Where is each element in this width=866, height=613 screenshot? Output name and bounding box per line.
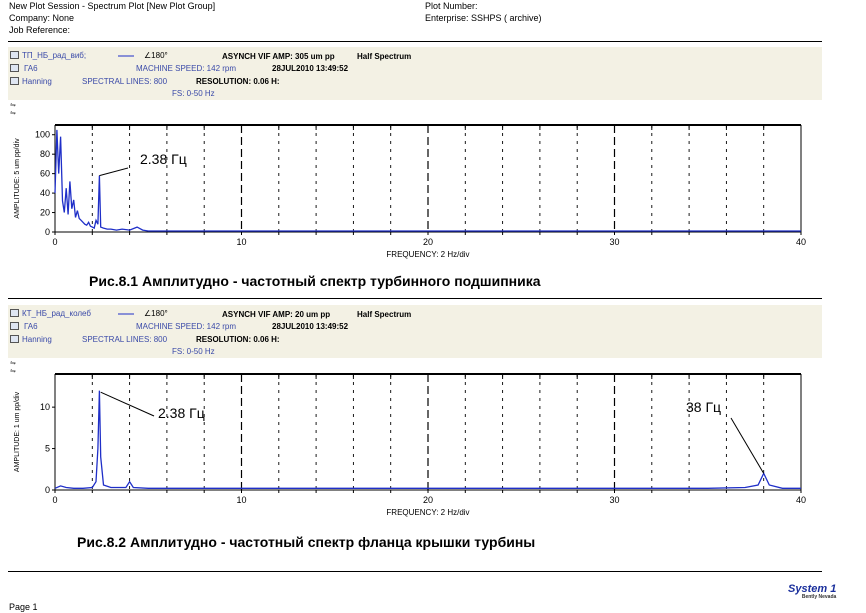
plot1-angle: ∠180° [144,51,168,60]
plot-number-label: Plot Number: [425,1,478,11]
plot2-spectrum-chart: 0 10 20 30 40 0 5 10 FREQUENCY: 2 Hz/div AMPLITUD… [14,373,806,517]
plot2-machine-speed: MACHINE SPEED: 142 rpm [136,322,237,331]
x-axis-label: FREQUENCY: 2 Hz/div [386,250,469,259]
plot1-asynch-amp: ASYNCH VIF AMP: 305 um pp [222,52,335,61]
plot1-channel-name: ТП_НБ_рад_виб; [22,51,87,60]
y-axis-label: AMPLITUDE: 5 um pp/div [14,138,21,219]
y-axis-label: AMPLITUDE: 1 um pp/div [14,391,21,472]
x-tick-label: 20 [423,495,433,505]
plot2-window: Hanning [22,335,52,344]
plot1-machine-name: ГА6 [24,64,38,73]
y-tick-label: 0 [45,227,50,237]
machine-icon [10,322,19,330]
x-tick-label: 20 [423,237,433,247]
plot1-spectral-lines: SPECTRAL LINES: 800 [82,77,168,86]
job-reference-label: Job Reference: [9,25,71,35]
y-tick-label: 0 [45,485,50,495]
plot1-resolution: RESOLUTION: 0.06 H: [196,77,280,86]
peak-annotation: 38 Гц [686,399,721,415]
annotation-leader-line [730,417,765,474]
session-title: New Plot Session - Spectrum Plot [New Pl… [9,1,216,11]
y-tick-label: 10 [40,402,50,412]
plot1-machine-speed: MACHINE SPEED: 142 rpm [136,64,237,73]
x-tick-label: 40 [796,495,806,505]
x-tick-label: 10 [236,237,246,247]
x-tick-label: 30 [609,237,619,247]
plot1-window: Hanning [22,77,52,86]
plot2-spectral-lines: SPECTRAL LINES: 800 [82,335,168,344]
plot2-angle: ∠180° [144,309,168,318]
plot1-spectrum-chart: 0 10 20 30 40 0 20 40 60 80 100 FREQUENCY: 2 Hz/div… [14,124,806,259]
window-icon [10,335,19,343]
x-tick-label: 10 [236,495,246,505]
plot-divider [8,298,822,299]
plot2-asynch-amp: ASYNCH VIF AMP: 20 um pp [222,310,331,319]
y-tick-label: 100 [35,130,50,140]
window-icon [10,77,19,85]
y-tick-label: 5 [45,444,50,454]
header-divider [8,41,822,42]
y-tick-label: 60 [40,169,50,179]
peak-annotation: 2.38 Гц [158,405,205,421]
footer-divider [8,571,822,572]
plot1-caption: Рис.8.1 Амплитудно - частотный спектр ту… [89,273,541,289]
page-number: Page 1 [9,602,38,612]
enterprise-label: Enterprise: SSHPS ( archive) [425,13,542,23]
plot2-channel-name: КТ_НБ_рад_колеб [22,309,91,318]
channel-icon [10,51,19,59]
annotation-leader-line [99,167,129,177]
y-tick-label: 20 [40,208,50,218]
company-label: Company: None [9,13,75,23]
system1-logo: System 1 Bently Nevada [788,583,836,600]
plot2-resolution: RESOLUTION: 0.06 H: [196,335,280,344]
plot2-machine-name: ГА6 [24,322,38,331]
y-tick-label: 40 [40,188,50,198]
x-tick-label: 40 [796,237,806,247]
peak-annotation: 2.38 Гц [140,151,187,167]
machine-icon [10,64,19,72]
y-tick-label: 80 [40,149,50,159]
plot1-trace-legend-line [118,55,134,57]
x-tick-label: 0 [52,237,57,247]
x-tick-label: 30 [609,495,619,505]
plot2-frequency-span: FS: 0-50 Hz [172,347,215,356]
x-axis-label: FREQUENCY: 2 Hz/div [386,508,469,517]
plot1-date: 28JUL2010 13:49:52 [272,64,349,73]
annotation-leader-line [100,391,155,417]
plot2-half-spectrum: Half Spectrum [357,310,412,319]
plot2-date: 28JUL2010 13:49:52 [272,322,349,331]
plot2-trace-legend-line [118,313,134,315]
plot1-half-spectrum: Half Spectrum [357,52,412,61]
channel-icon [10,309,19,317]
plot2-caption: Рис.8.2 Амплитудно - частотный спектр фл… [77,534,536,550]
plot1-frequency-span: FS: 0-50 Hz [172,89,215,98]
x-tick-label: 0 [52,495,57,505]
